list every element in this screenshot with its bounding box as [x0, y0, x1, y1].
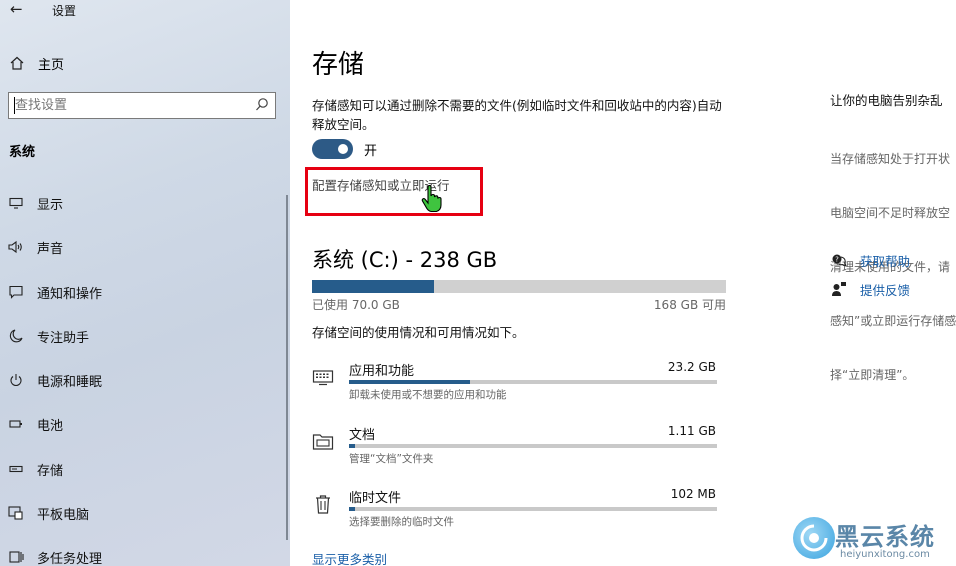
- title-bar: ← 设置: [0, 0, 290, 22]
- battery-icon: [8, 416, 24, 432]
- category-apps[interactable]: 应用和功能 23.2 GB 卸载未使用或不想要的应用和功能: [312, 360, 722, 410]
- category-usage-fill: [349, 380, 471, 384]
- category-subtitle: 管理“文档”文件夹: [349, 453, 434, 465]
- sidebar-item-label: 电源和睡眠: [37, 374, 103, 390]
- feedback-person-icon: [830, 281, 848, 297]
- category-subtitle: 选择要删除的临时文件: [349, 516, 454, 528]
- documents-icon: [312, 430, 334, 452]
- sidebar-item-multitasking[interactable]: 多任务处理: [8, 545, 102, 566]
- category-name: 应用和功能: [349, 364, 415, 379]
- hand-cursor-icon: [421, 184, 443, 217]
- category-usage-bar: [349, 380, 717, 384]
- page-title: 存储: [312, 50, 365, 80]
- search-input[interactable]: [9, 98, 249, 113]
- watermark-logo-icon: [793, 517, 835, 559]
- sidebar-item-label: 声音: [37, 241, 64, 257]
- sidebar-item-label: 存储: [37, 463, 64, 479]
- watermark: 黑云系统 heiyunxitong.com: [793, 517, 953, 563]
- category-usage-fill: [349, 444, 355, 448]
- sidebar-item-power[interactable]: 电源和睡眠: [8, 368, 102, 392]
- storage-icon: [8, 461, 24, 477]
- drive-title: 系统 (C:) - 238 GB: [312, 248, 498, 272]
- apps-icon: [312, 366, 334, 388]
- moon-icon: [8, 328, 24, 344]
- category-size: 102 MB: [670, 487, 716, 501]
- category-name: 文档: [349, 428, 376, 443]
- sidebar-item-label: 多任务处理: [37, 551, 103, 566]
- tips-text-line: 当存储感知处于打开状: [830, 152, 951, 166]
- used-space-label: 已使用 70.0 GB: [312, 298, 400, 312]
- category-size: 1.11 GB: [667, 424, 716, 438]
- show-more-categories-link[interactable]: 显示更多类别: [312, 549, 387, 566]
- sidebar-item-storage[interactable]: 存储: [8, 457, 63, 481]
- category-temp-files[interactable]: 临时文件 102 MB 选择要删除的临时文件: [312, 487, 722, 537]
- search-box[interactable]: [8, 92, 276, 119]
- get-help-label: 获取帮助: [860, 253, 911, 269]
- trash-icon: [312, 493, 334, 515]
- sidebar-item-home[interactable]: 主页: [8, 52, 64, 74]
- tips-text-line: 感知”或立即运行存储感: [830, 314, 956, 328]
- storage-page: 存储 存储感知可以通过删除不需要的文件(例如临时文件和回收站中的内容)自动释放空…: [290, 0, 956, 566]
- back-arrow-icon[interactable]: ←: [10, 0, 23, 18]
- drive-usage-fill: [312, 280, 434, 293]
- toggle-knob: [338, 144, 348, 154]
- free-space-label: 168 GB 可用: [653, 298, 726, 312]
- sidebar-item-tablet[interactable]: 平板电脑: [8, 501, 89, 525]
- usage-description: 存储空间的使用情况和可用情况如下。: [312, 325, 525, 340]
- category-usage-bar: [349, 444, 717, 448]
- sidebar-item-display[interactable]: 显示: [8, 191, 63, 215]
- sidebar-item-label: 平板电脑: [37, 507, 90, 523]
- tablet-icon: [8, 505, 24, 521]
- sidebar-item-focus-assist[interactable]: 专注助手: [8, 324, 89, 348]
- tips-text-line: 择“立即清理”。: [830, 368, 915, 382]
- svg-text:?: ?: [835, 256, 839, 264]
- search-icon[interactable]: [255, 97, 269, 117]
- speaker-icon: [8, 239, 24, 255]
- sidebar-item-label: 专注助手: [37, 330, 90, 346]
- home-icon: [8, 54, 26, 72]
- toggle-state-label: 开: [364, 144, 378, 159]
- category-documents[interactable]: 文档 1.11 GB 管理“文档”文件夹: [312, 424, 722, 474]
- storage-sense-toggle[interactable]: [312, 139, 353, 159]
- text-caret: [14, 97, 15, 114]
- section-label: 系统: [9, 145, 36, 160]
- notification-icon: [8, 284, 24, 300]
- category-usage-fill: [349, 507, 355, 511]
- watermark-url: heiyunxitong.com: [840, 549, 930, 560]
- watermark-name: 黑云系统: [835, 523, 935, 551]
- drive-usage-bar[interactable]: [312, 280, 726, 293]
- tips-heading: 让你的电脑告别杂乱: [830, 93, 943, 108]
- sidebar-item-label: 主页: [38, 57, 65, 73]
- get-help-link[interactable]: ? 获取帮助: [830, 251, 910, 269]
- help-chat-icon: ?: [830, 252, 848, 268]
- sidebar-item-label: 显示: [37, 197, 64, 213]
- multitask-icon: [8, 549, 24, 565]
- power-icon: [8, 372, 24, 388]
- display-icon: [8, 195, 24, 211]
- tips-text-line: 电脑空间不足时释放空: [830, 206, 951, 220]
- category-name: 临时文件: [349, 491, 402, 506]
- give-feedback-label: 提供反馈: [860, 282, 911, 298]
- highlight-annotation-box: [305, 167, 483, 216]
- settings-sidebar: ← 设置 主页 系统 显示 声音 通知和操作: [0, 0, 290, 566]
- category-usage-bar: [349, 507, 717, 511]
- sidebar-item-battery[interactable]: 电池: [8, 412, 63, 436]
- storage-sense-description: 存储感知可以通过删除不需要的文件(例如临时文件和回收站中的内容)自动释放空间。: [312, 98, 722, 132]
- sidebar-scrollbar[interactable]: [286, 195, 288, 540]
- sidebar-item-label: 通知和操作: [37, 286, 103, 302]
- give-feedback-link[interactable]: 提供反馈: [830, 280, 910, 298]
- window-title: 设置: [52, 4, 77, 18]
- sidebar-item-notifications[interactable]: 通知和操作: [8, 280, 102, 304]
- category-subtitle: 卸载未使用或不想要的应用和功能: [349, 389, 507, 401]
- sidebar-item-label: 电池: [37, 418, 64, 434]
- category-size: 23.2 GB: [667, 360, 716, 374]
- sidebar-item-sound[interactable]: 声音: [8, 235, 63, 259]
